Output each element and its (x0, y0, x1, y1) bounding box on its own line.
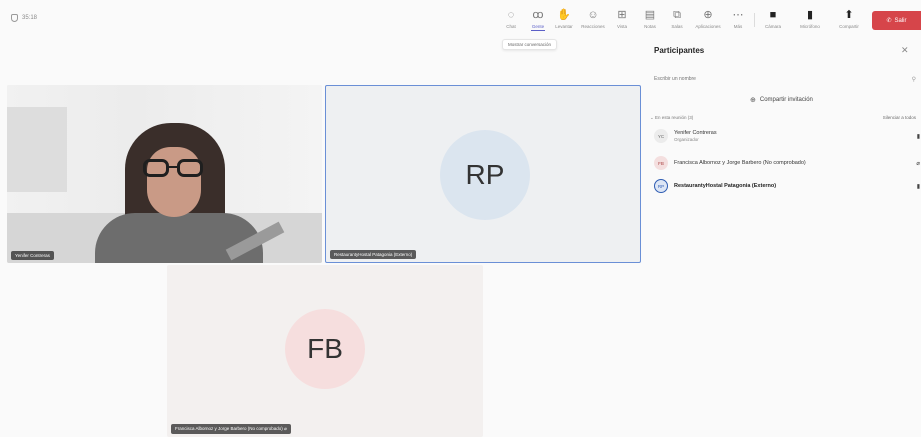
active-indicator (531, 30, 545, 31)
view-button[interactable]: ⊞ Vista (609, 9, 635, 35)
apps-icon: ⊕ (703, 9, 713, 21)
meeting-toolbar: 35:18 ◌ Chat ꝏ Gente ✋ Levantar ☺ Reacci… (0, 0, 921, 40)
panel-title: Participantes (654, 46, 705, 55)
mic-muted-icon: ⌀ (284, 426, 287, 431)
tooltip: Mostrar conversación (502, 39, 558, 50)
reactions-icon: ☺ (587, 9, 599, 21)
participant-row[interactable]: RP RestaurantyHostal Patagonia (Externo)… (654, 179, 920, 193)
avatar: FB (285, 309, 365, 389)
share-screen-icon: ⬆ (844, 9, 854, 21)
timer-text: 35:18 (22, 15, 38, 21)
participant-role: Organizador (674, 137, 699, 142)
participant-name: Yenifer Contreras (674, 130, 717, 136)
participant-row[interactable]: YC Yenifer Contreras Organizador ▮ (654, 129, 920, 143)
chat-icon: ◌ (507, 9, 515, 21)
notes-icon: ▤ (644, 9, 656, 21)
people-button[interactable]: ꝏ Gente (525, 9, 551, 35)
avatar: FB (654, 156, 668, 170)
share-invite-button[interactable]: ⊕ Compartir invitación (750, 96, 813, 104)
avatar: RP (440, 130, 530, 220)
rooms-button[interactable]: ⧉ Salas (664, 9, 690, 35)
notes-button[interactable]: ▤ Notas (637, 9, 663, 35)
search-icon[interactable]: ⚲ (912, 76, 916, 83)
avatar: RP (654, 179, 668, 193)
camera-icon: ■ (769, 9, 777, 21)
participant-nametag: RestaurantyHostal Patagonia (Externo) (330, 250, 417, 259)
raise-hand-icon: ✋ (557, 9, 571, 21)
section-toggle[interactable]: ⌄ En esta reunión (3) (650, 115, 693, 121)
chat-button[interactable]: ◌ Chat (498, 9, 524, 35)
phone-hangup-icon: ✆ (886, 18, 892, 24)
microphone-icon: ▮ (916, 184, 920, 190)
section-header: ⌄ En esta reunión (3) Silenciar a todos (650, 115, 916, 121)
microphone-button[interactable]: ▮ Micrófono (797, 9, 823, 35)
camera-button[interactable]: ■ Cámara (760, 9, 786, 35)
mute-all-button[interactable]: Silenciar a todos (883, 115, 916, 121)
participant-nametag: Francisca Albornoz y Jorge Barbero (No c… (171, 424, 291, 434)
video-person-glasses (143, 159, 205, 177)
mic-muted-icon: ⌀ (916, 161, 920, 167)
video-cabinet (7, 107, 67, 192)
microphone-icon: ▮ (916, 134, 920, 140)
participant-row[interactable]: FB Francisca Albornoz y Jorge Barbero (N… (654, 156, 920, 170)
participant-tile-fb[interactable]: FB Francisca Albornoz y Jorge Barbero (N… (167, 265, 483, 437)
more-icon: ⋯ (732, 9, 744, 21)
avatar: YC (654, 129, 668, 143)
meeting-timer: 35:18 (11, 14, 37, 22)
participants-panel: Participantes ✕ ⚲ ⊕ Compartir invitación… (645, 40, 921, 437)
video-tile-organizer[interactable]: Yenifer Contreras (7, 85, 322, 263)
reactions-button[interactable]: ☺ Reacciones (580, 9, 606, 35)
close-icon[interactable]: ✕ (901, 45, 909, 56)
share-screen-button[interactable]: ⬆ Compartir (836, 9, 862, 35)
participant-nametag: Yenifer Contreras (11, 251, 54, 260)
toolbar-divider (754, 13, 755, 27)
shield-icon (11, 14, 18, 22)
participant-name: RestaurantyHostal Patagonia (Externo) (674, 183, 777, 189)
view-icon: ⊞ (617, 9, 627, 21)
leave-button[interactable]: ✆ Salir (872, 11, 921, 30)
participant-name: Francisca Albornoz y Jorge Barbero (No c… (674, 160, 806, 166)
video-person-face (147, 147, 201, 217)
apps-button[interactable]: ⊕ Aplicaciones (695, 9, 721, 35)
participant-tile-rp[interactable]: RP RestaurantyHostal Patagonia (Externo) (325, 85, 641, 263)
more-button[interactable]: ⋯ Más (725, 9, 751, 35)
microphone-icon: ▮ (806, 9, 814, 21)
share-icon: ⊕ (750, 97, 756, 104)
search-field: ⚲ (654, 73, 916, 85)
rooms-icon: ⧉ (673, 9, 681, 21)
search-input[interactable] (654, 76, 854, 82)
people-icon: ꝏ (532, 9, 544, 21)
raise-hand-button[interactable]: ✋ Levantar (551, 9, 577, 35)
